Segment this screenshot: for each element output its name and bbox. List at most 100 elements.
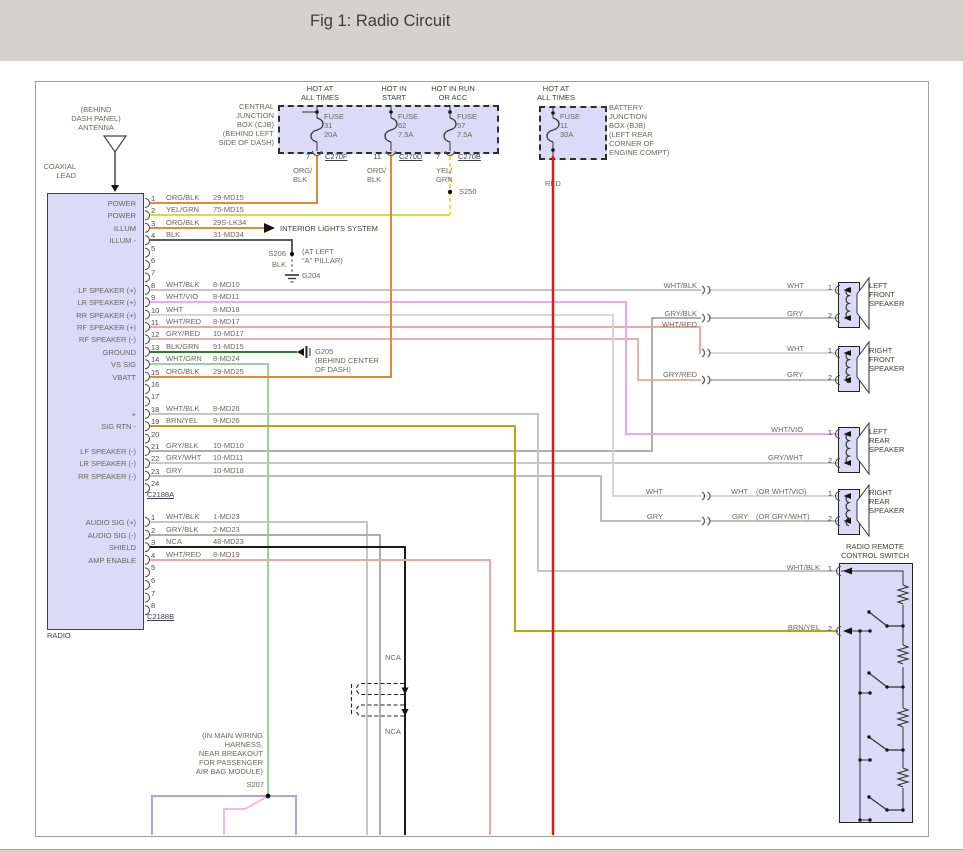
switch-contact (869, 612, 903, 626)
pin-circuit-code: 9-MD26 (213, 416, 240, 425)
radio-pin-number: 8 (151, 281, 155, 290)
interior-lights-label: INTERIOR LIGHTS SYSTEM (280, 224, 378, 233)
switch-arrow-icon (843, 568, 852, 575)
wht-red-8-md19 (150, 560, 490, 835)
pin-wire-color: BLK (166, 230, 180, 239)
radio-pin-number: 19 (151, 417, 159, 426)
fuse-11-label: FUSE 11 30A (560, 112, 580, 139)
radio-pin-number: 18 (151, 405, 159, 414)
switch-node-dot (858, 758, 861, 761)
pin-wire-color: WHT/VIO (166, 292, 198, 301)
pin-wire-color: BLK/GRN (166, 342, 199, 351)
pin-wire-color: ORG/BLK (166, 193, 199, 202)
radio-pin-number: 9 (151, 293, 155, 302)
connector-arc-icon (446, 151, 455, 156)
connector-c270d[interactable]: C270D (399, 152, 422, 161)
connector-c2188a[interactable]: C2188A (147, 490, 174, 499)
pin-circuit-code: 1-MD23 (213, 512, 240, 521)
nca-label-2: NCA (385, 727, 401, 736)
radio-pin-label: AUDIO SIG (-) (26, 531, 136, 540)
g204-wire: BLK (272, 260, 286, 269)
speaker-arrow-icon (844, 493, 852, 499)
radio-pin-label: SHIELD (26, 543, 136, 552)
radio-pin-label: LR SPEAKER (+) (26, 298, 136, 307)
speaker-coil-icon (846, 288, 849, 319)
pin-circuit-code: 8-MD19 (213, 550, 240, 559)
radio-pin-label: GROUND (26, 348, 136, 357)
resistor-icon (898, 645, 908, 664)
radio-pin-label: LF SPEAKER (+) (26, 286, 136, 295)
radio-label: RADIO (47, 631, 71, 640)
radio-pin-arc-icon (145, 360, 150, 369)
radio-pin-number: 3 (151, 538, 155, 547)
wire-arrow-icon (402, 688, 409, 695)
pin-wire-color: BRN/YEL (166, 416, 198, 425)
pin-wire-color: GRY/BLK (166, 525, 198, 534)
pin-circuit-code: 8-MD10 (213, 280, 240, 289)
cjb-label: CENTRAL JUNCTION BOX (CJB) (BEHIND LEFT … (198, 102, 274, 147)
inline-connector-icon (702, 286, 704, 294)
cjb-pin-2: 11 (365, 152, 381, 161)
speaker-arrow-icon (844, 315, 852, 321)
switch-pin-2: 2 (822, 624, 832, 633)
pin-circuit-code: 8-MD24 (213, 354, 240, 363)
pink-s207-branch (224, 796, 268, 835)
cjb-pin-1: 7 (294, 152, 310, 161)
wire-gry-wht-lr2: GRY/WHT (768, 453, 803, 462)
radio-pin-arc-icon (145, 471, 150, 480)
radio-pin-arc-icon (145, 422, 150, 431)
switch-node-dot (901, 624, 904, 627)
switch-node-dot (858, 691, 861, 694)
pin-circuit-code: 75-MD15 (213, 205, 244, 214)
radio-pin-number: 4 (151, 231, 155, 240)
nca-label-1: NCA (385, 653, 401, 662)
fuse-node-dot (389, 110, 393, 114)
rr-pin-1: 1 (820, 489, 832, 498)
radio-pin-arc-icon (145, 409, 150, 418)
switch-pin-1: 1 (822, 564, 832, 573)
fuse-57-label: FUSE 57 7.5A (457, 112, 477, 139)
connector-c2188b[interactable]: C2188B (147, 612, 174, 621)
connector-arc-icon (313, 151, 322, 156)
radio-pin-arc-icon (145, 447, 150, 456)
radio-pin-arc-icon (145, 310, 150, 319)
fuse-icon (547, 118, 559, 142)
switch-node-dot (858, 818, 861, 821)
connector-c270f[interactable]: C270F (325, 152, 348, 161)
speaker-cone-icon (857, 278, 869, 329)
splice-s207-dot (266, 794, 271, 799)
radio-pin-arc-icon (145, 335, 150, 344)
alt-wht-vio: (OR WHT/VIO) (756, 487, 806, 496)
switch-node-dot (885, 685, 888, 688)
radio-pin-number: 21 (151, 442, 159, 451)
fuse-node-dot (551, 148, 555, 152)
connector-c270b[interactable]: C270B (458, 152, 481, 161)
radio-pin-arc-icon (145, 397, 150, 406)
radio-pin-number: 6 (151, 576, 155, 585)
inline-connector-icon (702, 517, 704, 525)
inline-connector-icon (702, 376, 704, 384)
resistor-icon (898, 768, 908, 787)
antenna-arrow-icon (111, 185, 119, 192)
pin-wire-color: GRY/BLK (166, 441, 198, 450)
bjb-label: BATTERY JUNCTION BOX (BJB) (LEFT REAR CO… (609, 103, 669, 157)
switch-node-dot (867, 671, 870, 674)
radio-pin-label: RR SPEAKER (+) (26, 311, 136, 320)
resistor-icon (898, 708, 908, 727)
switch-wire-2: BRN/YEL (772, 623, 820, 632)
pin-wire-color: GRY/RED (166, 329, 200, 338)
pin-circuit-code: 10-MD17 (213, 329, 244, 338)
radio-pin-number: 15 (151, 368, 159, 377)
radio-pin-arc-icon (145, 581, 150, 590)
pin-circuit-code: 10-MD11 (213, 453, 243, 462)
radio-pin-arc-icon (145, 285, 150, 294)
wire-layer (0, 0, 963, 852)
radio-pin-label: POWER (26, 211, 136, 220)
pin-circuit-code: 8-MD26 (213, 404, 240, 413)
speaker-cone-icon (857, 342, 869, 393)
pin-wire-color: WHT/BLK (166, 404, 199, 413)
switch-node-dot (867, 795, 870, 798)
resistor-icon (898, 585, 908, 604)
pin-wire-color: WHT/GRN (166, 354, 202, 363)
lr-pin-2: 2 (820, 456, 832, 465)
